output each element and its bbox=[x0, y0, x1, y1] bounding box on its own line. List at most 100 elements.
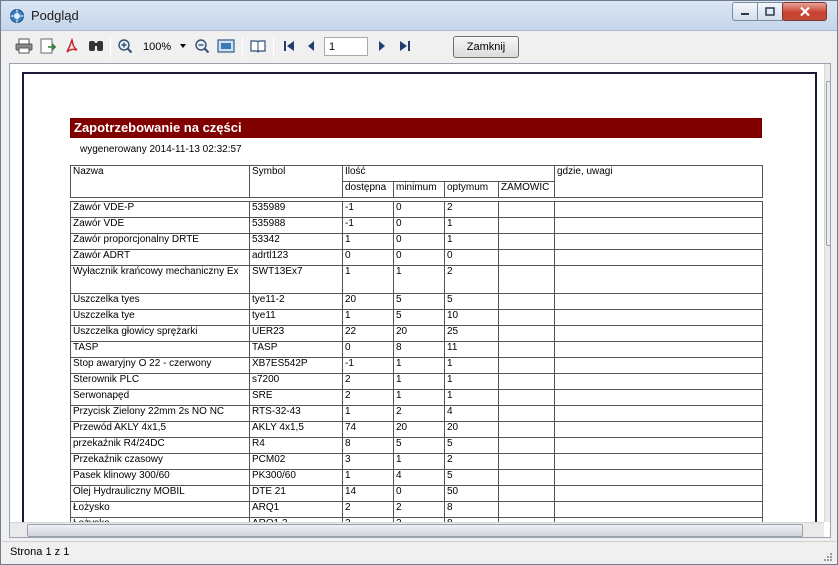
cell-optimum: 11 bbox=[444, 341, 499, 358]
cell-name: Przekaźnik czasowy bbox=[70, 453, 250, 470]
cell-optimum: 2 bbox=[444, 201, 499, 218]
horizontal-scrollbar[interactable] bbox=[10, 522, 824, 537]
cell-optimum: 5 bbox=[444, 293, 499, 310]
resize-grip-icon[interactable] bbox=[823, 552, 833, 562]
last-page-button[interactable] bbox=[395, 36, 415, 56]
first-page-icon bbox=[284, 41, 294, 51]
find-button[interactable] bbox=[86, 36, 106, 56]
table-row: Przycisk Zielony 22mm 2s NO NC RTS-32-43 1… bbox=[70, 405, 763, 422]
cell-order bbox=[498, 501, 555, 518]
cell-order bbox=[498, 405, 555, 422]
table-header-row: Nazwa Symbol Ilość gdzie, uwagi bbox=[70, 165, 763, 198]
cell-symbol: SRE bbox=[249, 389, 343, 406]
cell-notes bbox=[554, 217, 763, 234]
cell-available: 3 bbox=[342, 453, 394, 470]
zoom-select[interactable]: 100% bbox=[137, 38, 189, 56]
vertical-scroll-thumb[interactable] bbox=[826, 81, 830, 246]
cell-name: przekaźnik R4/24DC bbox=[70, 437, 250, 454]
chevron-down-icon bbox=[180, 44, 186, 48]
close-window-button[interactable] bbox=[782, 2, 827, 21]
close-icon bbox=[799, 6, 810, 17]
table-row: Przekaźnik czasowy PCM02 3 1 2 bbox=[70, 453, 763, 470]
book-icon bbox=[250, 40, 266, 53]
cell-symbol: PK300/60 bbox=[249, 469, 343, 486]
cell-notes bbox=[554, 405, 763, 422]
cell-minimum: 0 bbox=[393, 485, 445, 502]
cell-available: 8 bbox=[342, 437, 394, 454]
title-bar[interactable]: Podgląd bbox=[1, 1, 837, 31]
cell-name: Uszczelka tye bbox=[70, 309, 250, 326]
cell-symbol: DTE 21 bbox=[249, 485, 343, 502]
header-minimum: minimum bbox=[393, 181, 445, 198]
cell-symbol: tye11-2 bbox=[249, 293, 343, 310]
cell-optimum: 2 bbox=[444, 265, 499, 294]
separator bbox=[110, 37, 111, 57]
cell-available: -1 bbox=[342, 357, 394, 374]
table-row: Zawór VDE 535988 -1 0 1 bbox=[70, 217, 763, 234]
vertical-scrollbar[interactable] bbox=[824, 64, 830, 522]
cell-name: Uszczelka tyes bbox=[70, 293, 250, 310]
cell-notes bbox=[554, 309, 763, 326]
header-order: ZAMÓWIĆ bbox=[498, 181, 555, 198]
status-bar: Strona 1 z 1 bbox=[2, 541, 836, 564]
page-number-input[interactable] bbox=[324, 37, 368, 56]
cell-minimum: 5 bbox=[393, 309, 445, 326]
pdf-icon bbox=[66, 38, 78, 53]
cell-optimum: 25 bbox=[444, 325, 499, 342]
zoom-out-icon bbox=[195, 39, 210, 54]
cell-available: 1 bbox=[342, 233, 394, 250]
cell-symbol: R4 bbox=[249, 437, 343, 454]
cell-order bbox=[498, 201, 555, 218]
cell-order bbox=[498, 341, 555, 358]
cell-order bbox=[498, 485, 555, 502]
cell-minimum: 5 bbox=[393, 437, 445, 454]
cell-minimum: 0 bbox=[393, 249, 445, 266]
cell-order bbox=[498, 357, 555, 374]
cell-order bbox=[498, 373, 555, 390]
zoom-out-button[interactable] bbox=[192, 36, 212, 56]
cell-notes bbox=[554, 249, 763, 266]
cell-order bbox=[498, 309, 555, 326]
cell-optimum: 1 bbox=[444, 233, 499, 250]
cell-minimum: 20 bbox=[393, 325, 445, 342]
cell-optimum: 1 bbox=[444, 373, 499, 390]
cell-optimum: 5 bbox=[444, 469, 499, 486]
pdf-button[interactable] bbox=[62, 36, 82, 56]
cell-available: 2 bbox=[342, 373, 394, 390]
cell-name: Sterownik PLC bbox=[70, 373, 250, 390]
header-notes: gdzie, uwagi bbox=[554, 165, 763, 198]
cell-optimum: 1 bbox=[444, 357, 499, 374]
book-button[interactable] bbox=[248, 36, 268, 56]
toolbar: 100% Zamknij bbox=[2, 31, 836, 63]
cell-available: 74 bbox=[342, 421, 394, 438]
table-row: Zawór proporcjonalny DRTE 53342 1 0 1 bbox=[70, 233, 763, 250]
next-page-button[interactable] bbox=[372, 36, 392, 56]
fit-page-button[interactable] bbox=[216, 36, 236, 56]
cell-notes bbox=[554, 293, 763, 310]
horizontal-scroll-thumb[interactable] bbox=[27, 524, 803, 537]
cell-available: 20 bbox=[342, 293, 394, 310]
first-page-button[interactable] bbox=[279, 36, 299, 56]
cell-optimum: 2 bbox=[444, 453, 499, 470]
cell-name: Łożysko bbox=[70, 501, 250, 518]
print-button[interactable] bbox=[14, 36, 34, 56]
header-optimum: optymum bbox=[444, 181, 499, 198]
generated-timestamp: wygenerowany 2014-11-13 02:32:57 bbox=[80, 144, 242, 155]
cell-minimum: 0 bbox=[393, 233, 445, 250]
prev-page-button[interactable] bbox=[301, 36, 321, 56]
maximize-button[interactable] bbox=[757, 2, 783, 21]
cell-available: 0 bbox=[342, 249, 394, 266]
find-icon bbox=[89, 41, 103, 51]
cell-minimum: 4 bbox=[393, 469, 445, 486]
export-button[interactable] bbox=[38, 36, 58, 56]
close-preview-button[interactable]: Zamknij bbox=[453, 36, 519, 58]
zoom-in-button[interactable] bbox=[115, 36, 135, 56]
preview-area[interactable]: Zapotrzebowanie na części wygenerowany 2… bbox=[9, 63, 831, 538]
minimize-button[interactable] bbox=[732, 2, 758, 21]
cell-notes bbox=[554, 421, 763, 438]
cell-name: Zawór ADRT bbox=[70, 249, 250, 266]
cell-available: 1 bbox=[342, 469, 394, 486]
cell-symbol: ARQ1 bbox=[249, 501, 343, 518]
cell-symbol: UER23 bbox=[249, 325, 343, 342]
table-row: TASP TASP 0 8 11 bbox=[70, 341, 763, 358]
